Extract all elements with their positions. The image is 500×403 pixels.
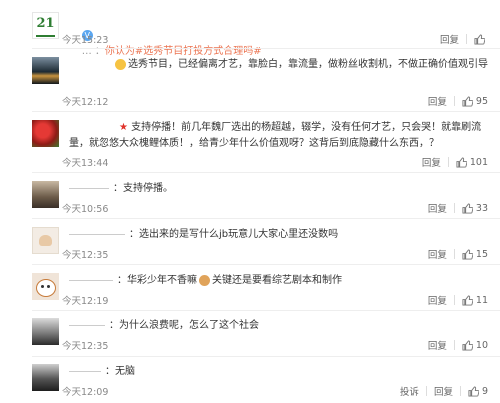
avatar-logo-text: 21: [36, 16, 55, 31]
like-count: 95: [475, 95, 488, 107]
comment-text: 支持停播！前几年魏厂选出的杨超越，辍学，没有任何才艺，只会哭！就靠刷流量，就忽悠…: [69, 122, 482, 149]
reply-button[interactable]: 回复: [428, 94, 447, 108]
avatar[interactable]: [32, 227, 59, 254]
red-star-icon: ★: [119, 122, 128, 133]
thumbs-up-icon: [462, 248, 473, 260]
avatar[interactable]: 21: [32, 12, 59, 39]
thumbs-up-icon: [462, 95, 473, 107]
like-count: 11: [475, 294, 488, 306]
comment-0: 21 V … ：你认为#选秀节目打投方式合理吗# 今天15:23 回复: [0, 10, 500, 57]
comment-6: ：为什么浪费呢，怎么了这个社会 今天12:35 回复 10: [0, 316, 500, 352]
comment-text: 无脑: [115, 366, 135, 377]
like-count: 33: [475, 202, 488, 214]
comment-2: ★ 支持停播！前几年魏厂选出的杨超越，辍学，没有任何才艺，只会哭！就靠刷流量，就…: [0, 118, 500, 170]
comment-text: 支持停播。: [123, 183, 173, 194]
reply-button[interactable]: 回复: [428, 293, 447, 307]
like-button[interactable]: 9: [468, 386, 488, 397]
reply-button[interactable]: 回复: [422, 155, 441, 169]
avatar[interactable]: [32, 57, 59, 84]
like-count: 101: [469, 156, 488, 168]
comment-time: 今天13:44: [62, 158, 109, 169]
emoji-icon: [199, 274, 210, 286]
avatar[interactable]: [32, 364, 59, 391]
avatar[interactable]: [32, 318, 59, 345]
comment-3: ：支持停播。 今天10:56 回复 33: [0, 179, 500, 215]
like-count: 9: [481, 385, 488, 397]
comment-text-b: 关键还是要看综艺剧本和制作: [212, 275, 342, 286]
comment-text: 为什么浪费呢，怎么了这个社会: [119, 320, 259, 331]
avatar[interactable]: [32, 120, 59, 147]
like-button[interactable]: 33: [462, 203, 488, 214]
like-button[interactable]: 15: [462, 249, 488, 260]
comment-text-a: 华彩少年不香嘛: [127, 275, 197, 286]
comment-5: ：华彩少年不香嘛 关键还是要看综艺剧本和制作 今天12:19 回复 11: [0, 271, 500, 307]
comment-text: 选秀节目，已经偏离才艺，靠脸白，靠流量，做粉丝收割机，不做正确价值观引导: [128, 59, 488, 70]
comment-1: 选秀节目，已经偏离才艺，靠脸白，靠流量，做粉丝收割机，不做正确价值观引导 今天1…: [0, 55, 500, 110]
like-button[interactable]: [474, 33, 488, 45]
comment-7: ：无脑 今天12:09 投诉 回复 9: [0, 362, 500, 398]
thumbs-up-icon: [468, 385, 479, 397]
thumbs-up-icon: [456, 156, 467, 168]
avatar[interactable]: [32, 181, 59, 208]
like-button[interactable]: 10: [462, 340, 488, 351]
reply-button[interactable]: 回复: [428, 338, 447, 352]
like-count: 10: [475, 339, 488, 351]
comment-time: 今天10:56: [62, 204, 109, 215]
comment-text: 选出来的是写什么jb玩意儿大家心里还没数吗: [139, 229, 339, 240]
comment-time: 今天12:12: [62, 97, 109, 108]
comment-time: 今天15:23: [62, 35, 109, 46]
like-button[interactable]: 101: [456, 157, 488, 168]
like-button[interactable]: 11: [462, 295, 488, 306]
reply-button[interactable]: 回复: [434, 384, 453, 398]
report-button[interactable]: 投诉: [400, 384, 419, 398]
avatar[interactable]: [32, 273, 59, 300]
reply-button[interactable]: 回复: [440, 32, 459, 46]
thumbs-up-icon: [462, 294, 473, 306]
like-button[interactable]: 95: [462, 96, 488, 107]
thumbs-up-icon: [462, 339, 473, 351]
emoji-icon: [115, 58, 126, 70]
comment-time: 今天12:35: [62, 341, 109, 352]
reply-button[interactable]: 回复: [428, 201, 447, 215]
comment-time: 今天12:19: [62, 296, 109, 307]
comment-4: ：选出来的是写什么jb玩意儿大家心里还没数吗 今天12:35 回复 15: [0, 225, 500, 261]
thumbs-up-icon: [462, 202, 473, 214]
comment-time: 今天12:09: [62, 387, 109, 398]
reply-button[interactable]: 回复: [428, 247, 447, 261]
thumbs-up-icon: [474, 33, 485, 45]
like-count: 15: [475, 248, 488, 260]
comment-time: 今天12:35: [62, 250, 109, 261]
